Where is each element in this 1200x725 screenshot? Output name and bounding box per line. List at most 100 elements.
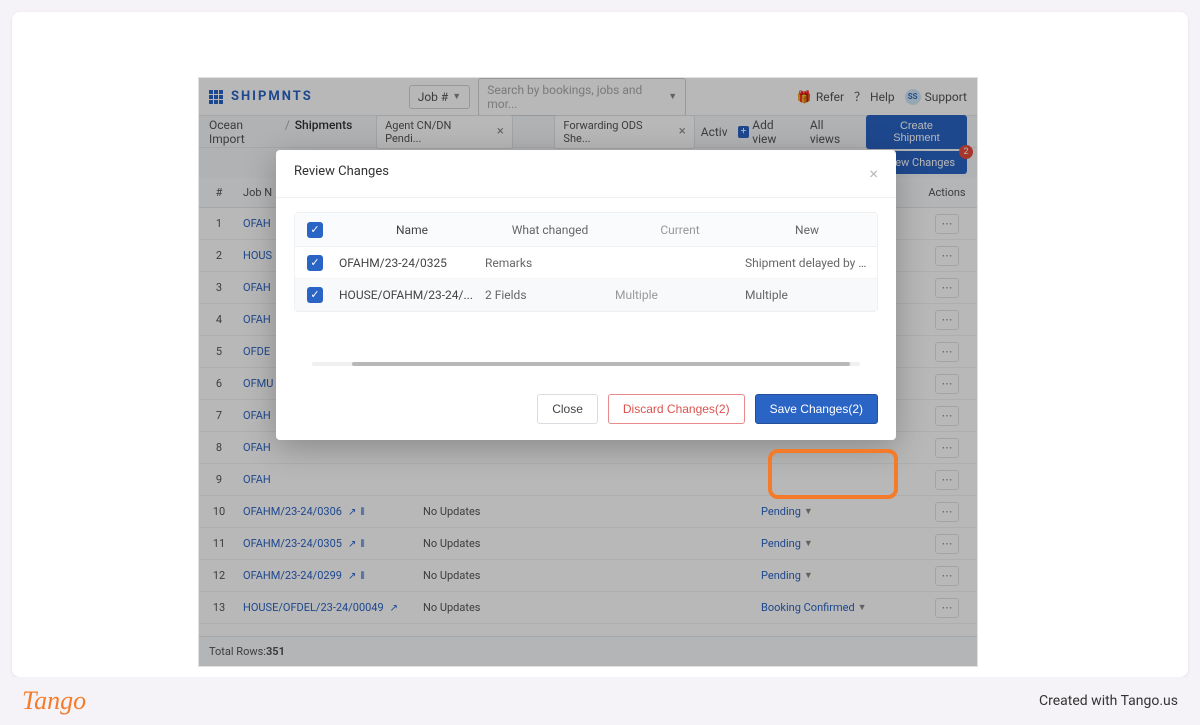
- close-icon[interactable]: ×: [869, 164, 878, 183]
- app-grid-icon[interactable]: [209, 90, 223, 104]
- topbar-right: 🎁 Refer ？ Help SS Support: [797, 88, 967, 105]
- modal-title: Review Changes: [294, 164, 389, 183]
- brand-logo: SHIPMNTS: [231, 89, 313, 104]
- row-actions: ⋯: [917, 502, 977, 522]
- row-actions-button[interactable]: ⋯: [935, 310, 959, 330]
- plus-icon: +: [738, 126, 750, 138]
- row-index: 11: [199, 537, 239, 550]
- help-icon: ？: [854, 88, 866, 105]
- support-link[interactable]: SS Support: [905, 89, 967, 105]
- all-views-link[interactable]: All views: [810, 118, 856, 146]
- tracking-icon[interactable]: ⦀: [360, 571, 364, 582]
- refer-link[interactable]: 🎁 Refer: [797, 90, 844, 104]
- row-status: Pending▼: [757, 537, 917, 550]
- external-link-icon[interactable]: ↗: [348, 539, 356, 550]
- col-current: Current: [615, 223, 745, 237]
- job-link[interactable]: OFAHM/23-24/0305: [243, 537, 342, 550]
- col-new: New: [745, 223, 877, 237]
- col-actions: Actions: [917, 186, 977, 199]
- row-actions-button[interactable]: ⋯: [935, 374, 959, 394]
- row-actions-button[interactable]: ⋯: [935, 278, 959, 298]
- row-actions-button[interactable]: ⋯: [935, 470, 959, 490]
- row-actions-button[interactable]: ⋯: [935, 342, 959, 362]
- footer-bar: Total Rows: 351: [199, 636, 977, 666]
- table-row: 11OFAHM/23-24/0305↗⦀No UpdatesPending▼⋯: [199, 528, 977, 560]
- breadcrumb-item[interactable]: Ocean Import: [209, 118, 280, 146]
- job-link[interactable]: OFMU: [243, 377, 273, 390]
- job-link[interactable]: OFAH: [243, 409, 271, 422]
- close-icon[interactable]: ×: [679, 124, 686, 139]
- job-link[interactable]: OFDE: [243, 345, 270, 358]
- tango-footer: Tango Created with Tango.us: [0, 677, 1200, 725]
- modal-footer: Close Discard Changes(2) Save Changes(2): [276, 382, 896, 440]
- tab-forwarding-ods[interactable]: Forwarding ODS She... ×: [554, 115, 694, 149]
- tango-credit: Created with Tango.us: [1039, 693, 1178, 709]
- job-link[interactable]: OFAH: [243, 313, 271, 326]
- row-actions: ⋯: [917, 374, 977, 394]
- avatar: SS: [905, 89, 921, 105]
- job-link[interactable]: OFAH: [243, 217, 271, 230]
- row-updates: No Updates: [419, 601, 609, 614]
- row-job: OFAH: [239, 473, 419, 486]
- job-link[interactable]: OFAH: [243, 473, 271, 486]
- row-status: Booking Confirmed▼: [757, 601, 917, 614]
- row-checkbox[interactable]: ✓: [307, 287, 323, 303]
- status-dropdown[interactable]: Pending▼: [761, 505, 917, 518]
- status-dropdown[interactable]: Booking Confirmed▼: [761, 601, 917, 614]
- job-selector[interactable]: Job # ▼: [409, 85, 471, 109]
- row-status: Pending▼: [757, 505, 917, 518]
- row-index: 2: [199, 249, 239, 262]
- job-selector-label: Job #: [418, 90, 449, 104]
- row-actions: ⋯: [917, 342, 977, 362]
- job-link[interactable]: OFAH: [243, 281, 271, 294]
- row-actions-button[interactable]: ⋯: [935, 534, 959, 554]
- tracking-icon[interactable]: ⦀: [360, 507, 364, 518]
- tracking-icon[interactable]: ⦀: [360, 539, 364, 550]
- close-icon[interactable]: ×: [497, 124, 504, 139]
- row-index: 8: [199, 441, 239, 454]
- search-input[interactable]: Search by bookings, jobs and mor... ▼: [478, 78, 686, 116]
- job-link[interactable]: OFAHM/23-24/0299: [243, 569, 342, 582]
- viewbar: Ocean Import / Shipments Agent CN/DN Pen…: [199, 116, 977, 148]
- row-actions-button[interactable]: ⋯: [935, 246, 959, 266]
- row-actions-button[interactable]: ⋯: [935, 438, 959, 458]
- scrollbar-thumb[interactable]: [352, 362, 850, 366]
- row-actions: ⋯: [917, 598, 977, 618]
- add-view-button[interactable]: + Add view: [738, 118, 800, 146]
- change-what: Remarks: [485, 256, 615, 270]
- total-rows-count: 351: [266, 645, 285, 658]
- discard-changes-button[interactable]: Discard Changes(2): [608, 394, 745, 424]
- save-changes-button[interactable]: Save Changes(2): [755, 394, 878, 424]
- change-what: 2 Fields: [485, 288, 615, 302]
- select-all-checkbox[interactable]: ✓: [307, 222, 323, 238]
- row-actions-button[interactable]: ⋯: [935, 406, 959, 426]
- job-link[interactable]: HOUSE/OFDEL/23-24/00049: [243, 601, 384, 614]
- row-job: OFAHM/23-24/0305 ↗ ⦀: [239, 537, 419, 550]
- row-index: 4: [199, 313, 239, 326]
- external-link-icon[interactable]: ↗: [348, 571, 356, 582]
- job-link[interactable]: HOUS: [243, 249, 272, 262]
- horizontal-scrollbar[interactable]: [312, 362, 860, 366]
- external-link-icon[interactable]: ↗: [348, 507, 356, 518]
- row-job: OFAH: [239, 441, 419, 454]
- gift-icon: 🎁: [797, 90, 812, 104]
- job-link[interactable]: OFAHM/23-24/0306: [243, 505, 342, 518]
- job-link[interactable]: OFAH: [243, 441, 271, 454]
- tab-agent-cn-dn[interactable]: Agent CN/DN Pendi... ×: [376, 115, 513, 149]
- chevron-down-icon: ▼: [804, 538, 813, 549]
- close-button[interactable]: Close: [537, 394, 598, 424]
- row-index: 9: [199, 473, 239, 486]
- row-actions-button[interactable]: ⋯: [935, 566, 959, 586]
- status-dropdown[interactable]: Pending▼: [761, 537, 917, 550]
- table-row: 10OFAHM/23-24/0306↗⦀No UpdatesPending▼⋯: [199, 496, 977, 528]
- row-actions-button[interactable]: ⋯: [935, 214, 959, 234]
- row-actions: ⋯: [917, 438, 977, 458]
- external-link-icon[interactable]: ↗: [390, 603, 398, 614]
- row-checkbox[interactable]: ✓: [307, 255, 323, 271]
- status-dropdown[interactable]: Pending▼: [761, 569, 917, 582]
- create-shipment-button[interactable]: Create Shipment: [866, 115, 967, 149]
- row-actions-button[interactable]: ⋯: [935, 598, 959, 618]
- chevron-down-icon: ▼: [668, 91, 677, 102]
- help-link[interactable]: ？ Help: [854, 88, 895, 105]
- row-actions-button[interactable]: ⋯: [935, 502, 959, 522]
